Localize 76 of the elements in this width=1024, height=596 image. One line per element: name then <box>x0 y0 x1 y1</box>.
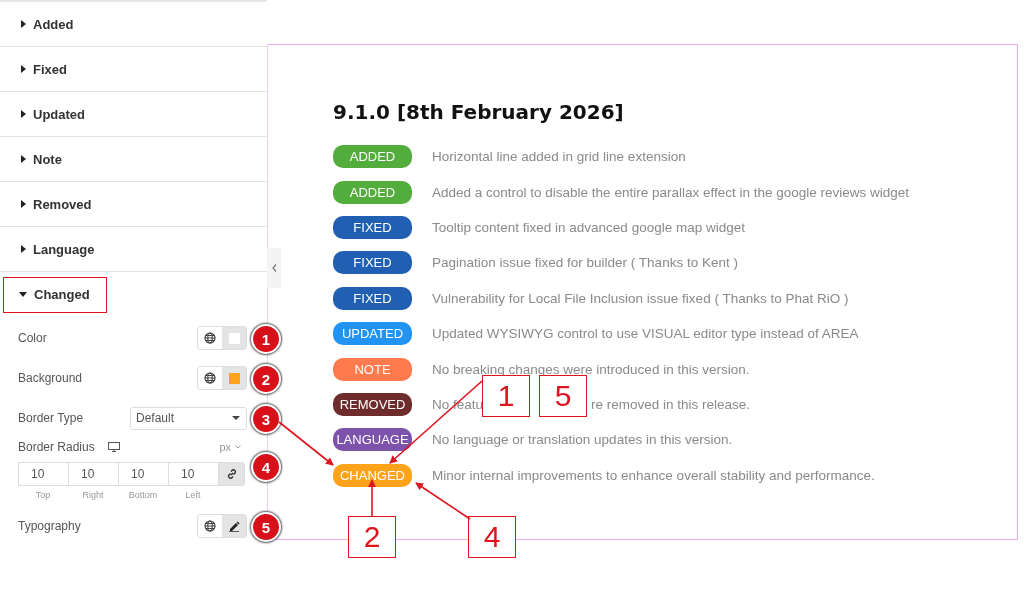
section-header[interactable]: Note <box>0 149 62 169</box>
section-header[interactable]: Updated <box>0 104 85 124</box>
link-values-button[interactable] <box>218 462 245 486</box>
status-badge: FIXED <box>333 215 412 239</box>
entry-text: No breaking changes were introduced in this version. <box>432 361 750 377</box>
caret-icon <box>19 292 27 297</box>
status-badge: CHANGED <box>333 463 412 487</box>
arrow <box>368 479 376 517</box>
status-badge: ADDED <box>333 180 412 204</box>
entry-text: Minor internal improvements to enhance overall stability and performance. <box>432 467 875 483</box>
section-header[interactable]: Fixed <box>0 59 67 79</box>
globe-icon <box>204 372 216 384</box>
border-type-select[interactable]: Default <box>130 406 247 430</box>
caret-icon <box>21 20 26 28</box>
caret-icon <box>21 110 26 118</box>
callout-number: 1 <box>482 375 530 417</box>
status-badge: FIXED <box>333 286 412 310</box>
control-label: Typography <box>18 519 82 533</box>
caret-icon <box>21 200 26 208</box>
entry-text: Updated WYSIWYG control to use VISUAL editor type instead of AREA <box>432 326 859 342</box>
number-marker: 5 <box>251 512 281 542</box>
color-picker[interactable] <box>222 367 246 389</box>
monitor-icon <box>107 442 120 452</box>
chevron-icon <box>235 445 241 449</box>
entry-text: Tooltip content fixed in advanced google map widget <box>432 219 745 235</box>
edit-button[interactable] <box>222 515 246 537</box>
dropdown-arrow-icon <box>232 416 240 420</box>
status-badge: FIXED <box>333 251 412 275</box>
status-badge: UPDATED <box>333 322 412 346</box>
link-icon <box>225 468 238 480</box>
number-marker: 1 <box>251 324 281 354</box>
number-marker: 3 <box>251 404 281 434</box>
pencil-icon <box>228 520 240 532</box>
entry-text: Pagination issue fixed for builder ( Thanks to Kent ) <box>432 255 738 271</box>
arrow <box>415 482 471 520</box>
caret-icon <box>21 245 26 253</box>
globe-icon <box>204 520 216 532</box>
entry-text: No featu <box>432 396 484 412</box>
entry-text: No language or translation updates in this version. <box>432 432 733 448</box>
caret-icon <box>21 155 26 163</box>
section-header[interactable]: Added <box>0 14 74 34</box>
status-badge: LANGUAGE <box>333 428 412 452</box>
field-caption: Right <box>82 490 104 500</box>
status-badge: NOTE <box>333 357 412 381</box>
radius-input[interactable]: 10 <box>118 462 169 486</box>
changelog-title: 9.1.0 [8th February 2026] <box>333 100 625 124</box>
radius-input[interactable]: 10 <box>68 462 119 486</box>
arrow <box>278 421 334 466</box>
number-marker: 2 <box>251 364 281 394</box>
section-header[interactable]: Changed <box>0 284 90 305</box>
callout-number: 4 <box>468 516 516 558</box>
caret-icon <box>21 65 26 73</box>
number-marker: 4 <box>251 452 281 482</box>
section-header[interactable]: Language <box>0 239 95 259</box>
field-caption: Top <box>35 490 51 500</box>
color-picker[interactable] <box>222 327 246 349</box>
section-header[interactable]: Removed <box>0 194 92 214</box>
entry-text: re removed in this release. <box>591 396 751 412</box>
field-caption: Bottom <box>128 490 158 500</box>
callout-number: 5 <box>539 375 587 417</box>
entry-text: Horizontal line added in grid line extension <box>432 149 686 165</box>
status-badge: REMOVED <box>333 392 412 416</box>
radius-input[interactable]: 10 <box>168 462 219 486</box>
status-badge: ADDED <box>333 145 412 169</box>
control-label: Border Type <box>18 411 85 425</box>
entry-text: Vulnerability for Local File Inclusion issue fixed ( Thanks to Phat RiO ) <box>432 290 849 306</box>
collapse-handle[interactable] <box>267 248 281 288</box>
callout-number: 2 <box>348 516 396 558</box>
control-label: Background <box>18 371 84 385</box>
entry-text: Added a control to disable the entire parallax effect in the google reviews widget <box>432 184 910 200</box>
chevron-left-icon <box>271 264 277 272</box>
globe-icon <box>204 332 216 344</box>
control-label: Border Radius <box>18 440 95 454</box>
radius-input[interactable]: 10 <box>18 462 69 486</box>
control-label: Color <box>18 331 48 345</box>
field-caption: Left <box>185 490 201 500</box>
